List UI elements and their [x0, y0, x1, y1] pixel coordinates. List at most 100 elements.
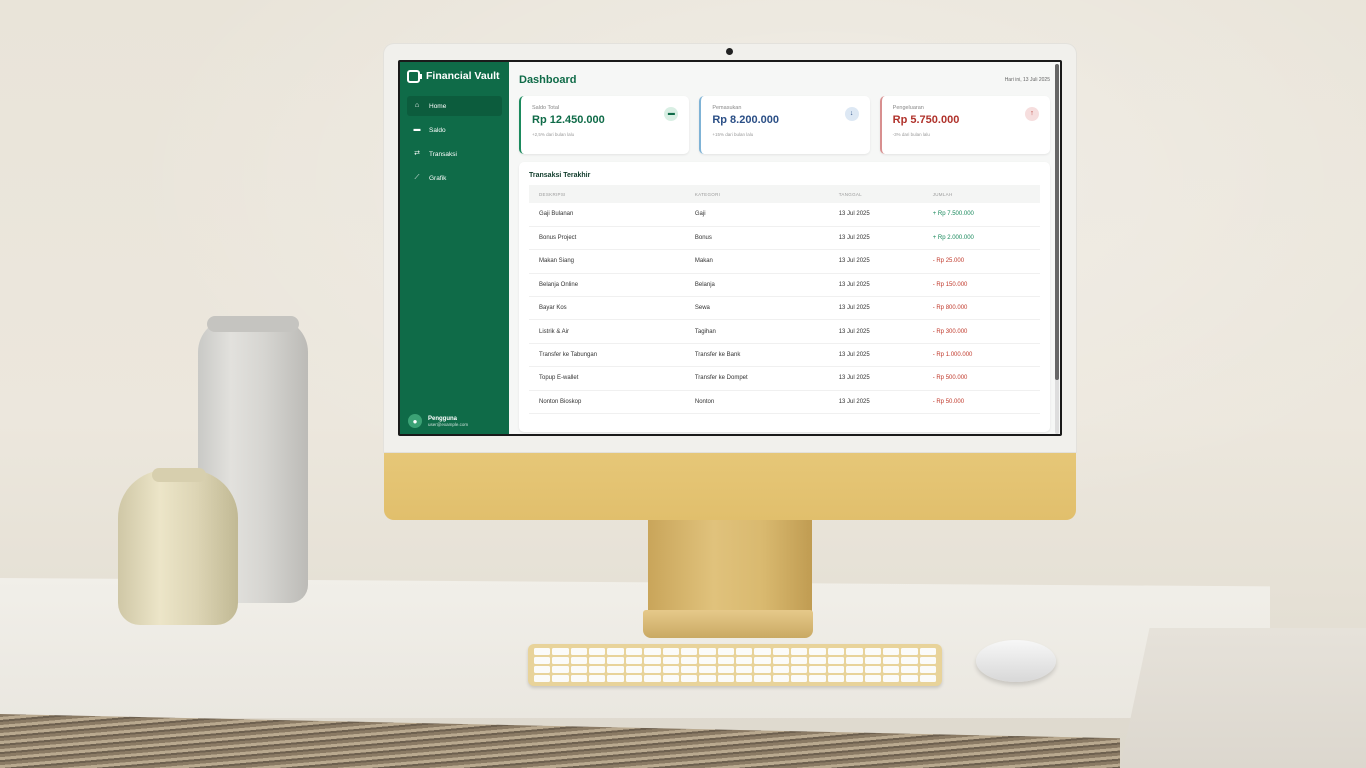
keyboard-key	[534, 666, 551, 673]
keyboard-key	[791, 675, 808, 682]
app-window: Financial Vault ⌂ Home ▬ Saldo ⇄ Transak…	[400, 62, 1060, 434]
cell-description: Topup E-wallet	[529, 366, 685, 391]
column-header[interactable]: TANGGAL	[828, 185, 923, 203]
table-row[interactable]: Bonus Project Bonus 13 Jul 2025 + Rp 2.000.…	[529, 226, 1040, 251]
table-body: Gaji Bulanan Gaji 13 Jul 2025 + Rp 7.500.00…	[529, 203, 1040, 415]
brand[interactable]: Financial Vault	[400, 62, 509, 90]
user-profile[interactable]: ● Pengguna user@example.com	[408, 414, 468, 428]
sidebar: Financial Vault ⌂ Home ▬ Saldo ⇄ Transak…	[400, 62, 509, 434]
card-value: Rp 5.750.000	[892, 114, 960, 126]
home-icon: ⌂	[414, 102, 420, 109]
sidebar-item-home[interactable]: ⌂ Home	[407, 96, 502, 116]
cell-category: Transfer ke Bank	[684, 343, 829, 368]
keyboard-key	[735, 675, 753, 682]
keyboard-key	[846, 657, 863, 664]
table-row[interactable]: Topup E-wallet Transfer ke Dompet 13 Jul 2…	[529, 366, 1040, 391]
scroll-thumb[interactable]	[1055, 64, 1059, 380]
keyboard-key	[607, 657, 624, 664]
cell-amount: + Rp 2.000.000	[922, 226, 1040, 251]
keyboard-key	[644, 648, 661, 655]
keyboard-key	[552, 666, 569, 673]
cell-category: Nonton	[684, 390, 829, 415]
cell-date: 13 Jul 2025	[828, 226, 923, 251]
cell-date: 13 Jul 2025	[828, 203, 923, 227]
keyboard-key	[827, 657, 845, 664]
keyboard-key	[534, 657, 551, 664]
keyboard-key	[644, 675, 661, 682]
column-header[interactable]: KATEGORI	[684, 185, 829, 203]
keyboard-key	[791, 648, 808, 655]
cell-description: Bonus Project	[529, 226, 685, 251]
table-row[interactable]: Makan Siang Makan 13 Jul 2025- Rp 25.000	[529, 249, 1040, 274]
keyboard-key	[809, 657, 826, 664]
cell-amount: - Rp 50.000	[922, 390, 1040, 415]
card-label: Pengeluaran	[892, 105, 924, 111]
transfer-icon: ⇄	[414, 150, 420, 157]
keyboard-key	[589, 657, 606, 664]
column-header[interactable]: JUMLAH	[922, 185, 1040, 203]
keyboard-key	[570, 666, 588, 673]
table-row[interactable]: Belanja Online Belanja 13 Jul 2025- Rp 150…	[529, 273, 1040, 298]
sidebar-item-grafik[interactable]: ⟋ Grafik	[407, 168, 502, 188]
table-row[interactable]: Bayar Kos Sewa 13 Jul 2025- Rp 800.000	[529, 296, 1040, 321]
keyboard-key	[589, 666, 606, 673]
keyboard-key	[717, 666, 734, 673]
transactions-table: DESKRIPSI KATEGORI TANGGAL JUMLAH Gaji B…	[529, 185, 1040, 415]
column-header[interactable]: DESKRIPSI	[529, 185, 685, 203]
keyboard-key	[846, 675, 863, 682]
cell-category: Makan	[684, 249, 829, 274]
keyboard-key	[827, 648, 845, 655]
card-label: Saldo Total	[532, 105, 560, 111]
keyboard-key	[570, 675, 588, 682]
table-row[interactable]: Nonton Bioskop Nonton 13 Jul 2025- Rp 50.0…	[529, 390, 1040, 415]
card-pemasukan[interactable]: Pemasukan Rp 8.200.000 +15% dari bulan l…	[699, 96, 870, 154]
cell-amount: - Rp 1.000.000	[922, 343, 1040, 368]
cell-amount: - Rp 800.000	[922, 296, 1040, 321]
table-row[interactable]: Transfer ke Tabungan Transfer ke Bank 13 J…	[529, 343, 1040, 368]
keyboard-key	[772, 666, 790, 673]
cell-description: Listrik & Air	[529, 319, 685, 344]
sidebar-item-transaksi[interactable]: ⇄ Transaksi	[407, 144, 502, 164]
scrollbar[interactable]	[1055, 64, 1059, 434]
keyboard-key	[919, 666, 936, 673]
keyboard-key	[882, 675, 900, 682]
cell-date: 13 Jul 2025	[828, 390, 923, 415]
wallet-icon: ▬	[413, 126, 421, 133]
keyboard-key	[846, 666, 863, 673]
keyboard-key	[882, 666, 900, 673]
keyboard-key	[901, 657, 918, 664]
table-row[interactable]: Listrik & Air Tagihan 13 Jul 2025- Rp 300.…	[529, 319, 1040, 344]
keyboard-key	[534, 648, 551, 655]
camera-icon	[726, 48, 733, 55]
card-saldo-total[interactable]: Saldo Total Rp 12.450.000 +2,5% dari bul…	[519, 96, 690, 154]
sidebar-item-saldo[interactable]: ▬ Saldo	[407, 120, 502, 140]
cell-description: Belanja Online	[529, 273, 685, 298]
keyboard-key	[772, 657, 790, 664]
cell-category: Bonus	[684, 226, 829, 251]
keyboard-key	[717, 675, 734, 682]
keyboard	[528, 644, 942, 686]
keyboard-key	[735, 648, 753, 655]
keyboard-key	[754, 648, 771, 655]
keyboard-key	[662, 675, 679, 682]
table-row[interactable]: Gaji Bulanan Gaji 13 Jul 2025 + Rp 7.500.00…	[529, 203, 1040, 227]
transactions-panel: Transaksi Terakhir DESKRIPSI KATEGORI TA…	[519, 162, 1050, 432]
keyboard-key	[901, 666, 918, 673]
cell-description: Bayar Kos	[529, 296, 685, 321]
keyboard-key	[919, 657, 936, 664]
card-pengeluaran[interactable]: Pengeluaran Rp 5.750.000 -3% dari bulan …	[879, 96, 1050, 154]
cell-category: Sewa	[684, 296, 829, 321]
sidebar-item-label: Saldo	[429, 126, 446, 134]
keyboard-key	[552, 657, 569, 664]
keyboard-key	[882, 648, 900, 655]
keyboard-key	[552, 675, 569, 682]
keyboard-key	[625, 657, 643, 664]
keyboard-key	[882, 657, 900, 664]
monitor-foot	[643, 610, 813, 638]
keyboard-key	[735, 657, 753, 664]
summary-cards: Saldo Total Rp 12.450.000 +2,5% dari bul…	[519, 96, 1050, 154]
tall-vase-neck	[207, 316, 299, 332]
short-cream-vase	[118, 470, 238, 625]
card-note: -3% dari bulan lalu	[892, 132, 930, 137]
desk-side	[1120, 628, 1366, 768]
